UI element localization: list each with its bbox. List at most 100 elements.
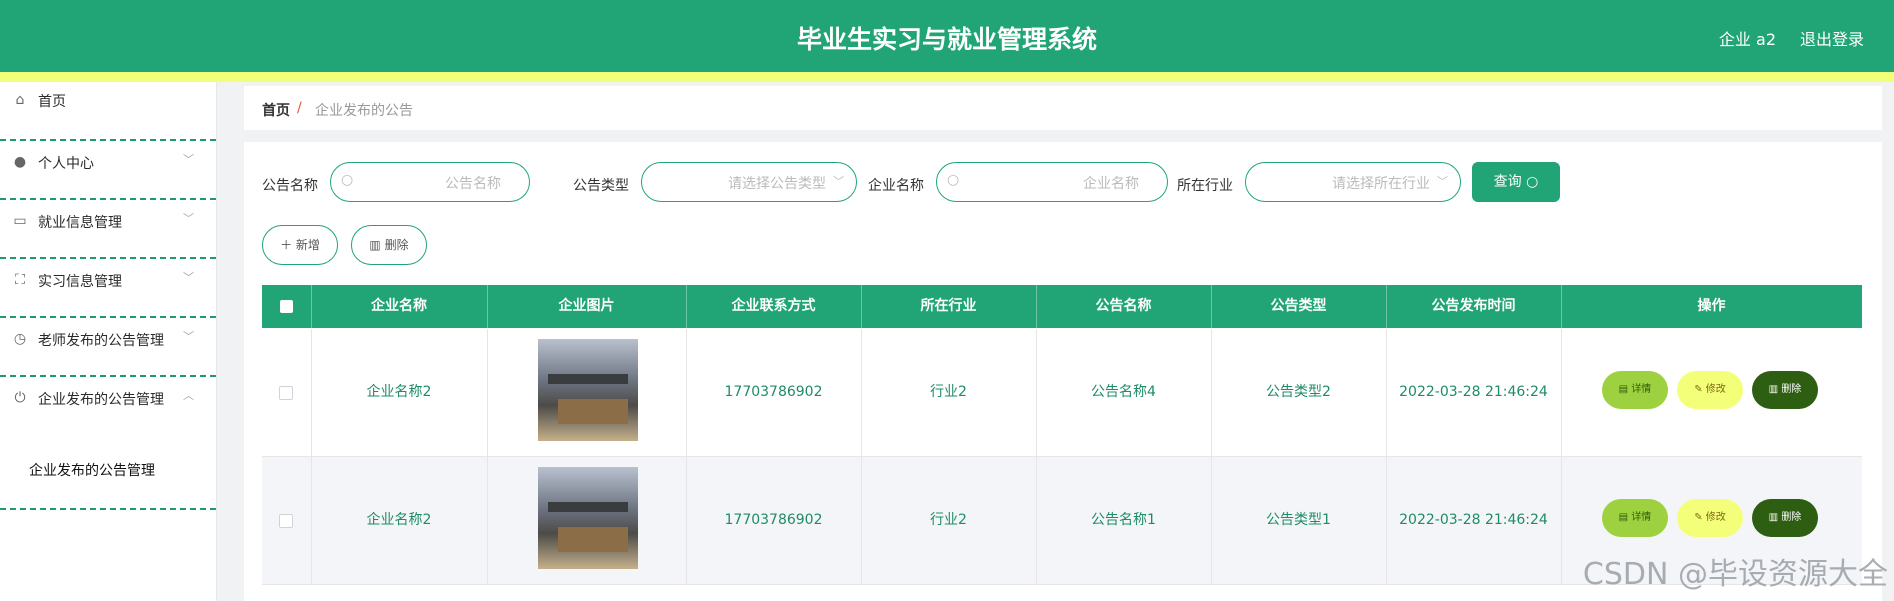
breadcrumb-current: 企业发布的公告 (315, 103, 413, 119)
sidebar-item-employment[interactable]: ▭ 就业信息管理 ﹀ (0, 200, 216, 259)
table-row: 企业名称2 17703786902 行业2 公告名称4 公告类型2 2022-0… (262, 329, 1862, 457)
detail-button[interactable]: ▤ 详情 (1602, 499, 1668, 537)
home-icon: ⌂ (15, 92, 25, 108)
col-actions: 操作 (1697, 298, 1726, 314)
cell-actions: ▤ 详情 ✎ 修改 ▥ 删除 (1561, 329, 1862, 456)
detail-button[interactable]: ▤ 详情 (1602, 371, 1668, 409)
top-header: 毕业生实习与就业管理系统 企业 a2 退出登录 (0, 0, 1894, 72)
cell-company: 企业名称2 (311, 457, 488, 584)
company-name-placeholder: 企业名称 (1083, 176, 1139, 192)
sidebar-item-label: 老师发布的公告管理 (38, 333, 164, 349)
breadcrumb: 首页 / 企业发布的公告 (244, 86, 1882, 130)
notice-type-select[interactable]: 请选择公告类型 ﹀ (641, 162, 857, 202)
row-delete-button-label: 删除 (1781, 512, 1802, 523)
sidebar-item-company-notices[interactable]: ⏻ 企业发布的公告管理 ︿ (0, 377, 216, 434)
doc-icon: ▤ (1618, 512, 1632, 523)
sidebar-item-personal-center[interactable]: ● 个人中心 ﹀ (0, 141, 216, 200)
notice-name-input[interactable]: ○ 公告名称 (330, 162, 530, 202)
user-icon: ● (13, 154, 27, 170)
sidebar-subitem-company-notices[interactable]: 企业发布的公告管理 (0, 434, 216, 510)
sidebar-item-label: 企业发布的公告管理 (38, 392, 164, 408)
chevron-down-icon: ﹀ (833, 175, 844, 188)
delete-button[interactable]: ▥ 删除 (351, 225, 427, 265)
pencil-icon: ✎ (1694, 512, 1706, 523)
detail-button-label: 详情 (1631, 384, 1652, 395)
trash-icon: ▥ (1768, 384, 1782, 395)
row-delete-button[interactable]: ▥ 删除 (1752, 371, 1818, 409)
cell-type: 公告类型2 (1211, 329, 1387, 456)
sidebar-item-label: 实习信息管理 (38, 274, 122, 290)
row-checkbox[interactable] (279, 386, 293, 400)
company-name-input[interactable]: ○ 企业名称 (936, 162, 1168, 202)
chat-icon: ▭ (13, 213, 27, 229)
header-accent-strip (0, 72, 1894, 82)
search-icon: ○ (1526, 174, 1539, 190)
trash-icon: ▥ (1768, 512, 1782, 523)
logout-link[interactable]: 退出登录 (1800, 26, 1864, 50)
add-button[interactable]: ＋ 新增 (262, 225, 338, 265)
notice-name-placeholder: 公告名称 (445, 176, 501, 192)
table-header: 企业名称 企业图片 企业联系方式 所在行业 公告名称 公告类型 公告发布时间 操… (262, 285, 1862, 328)
col-industry: 所在行业 (861, 285, 1037, 328)
chevron-down-icon: ﹀ (183, 212, 194, 225)
cell-type: 公告类型1 (1211, 457, 1387, 584)
search-icon: ○ (947, 172, 960, 188)
cell-notice: 公告名称4 (1036, 329, 1212, 456)
edit-button-label: 修改 (1705, 384, 1726, 395)
detail-button-label: 详情 (1631, 512, 1652, 523)
sidebar-item-internship[interactable]: ⛶ 实习信息管理 ﹀ (0, 259, 216, 318)
select-all-checkbox[interactable] (280, 300, 293, 313)
doc-icon: ▤ (1618, 384, 1632, 395)
chevron-down-icon: ﹀ (183, 271, 194, 284)
row-checkbox-cell (262, 329, 312, 456)
power-icon: ⏻ (14, 390, 26, 406)
col-notice-type: 公告类型 (1211, 285, 1387, 328)
edit-button-label: 修改 (1705, 512, 1726, 523)
industry-placeholder: 请选择所在行业 (1332, 176, 1430, 192)
company-image[interactable] (538, 467, 638, 569)
cell-image (487, 329, 687, 456)
row-delete-button-label: 删除 (1781, 384, 1802, 395)
company-image[interactable] (538, 339, 638, 441)
cell-phone: 17703786902 (686, 329, 862, 456)
cell-time: 2022-03-28 21:46:24 (1386, 457, 1562, 584)
sidebar-item-home[interactable]: ⌂ 首页 (0, 82, 216, 141)
search-icon: ○ (341, 172, 354, 188)
row-delete-button[interactable]: ▥ 删除 (1752, 499, 1818, 537)
col-contact: 企业联系方式 (686, 285, 862, 328)
sidebar: ⌂ 首页 ● 个人中心 ﹀ ▭ 就业信息管理 ﹀ ⛶ 实习信息管理 ﹀ ◷ 老师… (0, 82, 217, 601)
col-company-name: 企业名称 (311, 285, 488, 328)
pencil-icon: ✎ (1694, 384, 1706, 395)
plus-icon: ＋ (280, 238, 296, 252)
chevron-up-icon: ︿ (183, 389, 194, 402)
edit-button[interactable]: ✎ 修改 (1677, 499, 1743, 537)
cell-company: 企业名称2 (311, 329, 488, 456)
query-button-label: 查询 (1493, 174, 1522, 190)
edit-button[interactable]: ✎ 修改 (1677, 371, 1743, 409)
sidebar-item-label: 就业信息管理 (38, 215, 122, 231)
main-panel: 公告名称 ○ 公告名称 公告类型 请选择公告类型 ﹀ 企业名称 ○ 企业名称 所… (244, 142, 1882, 601)
breadcrumb-home[interactable]: 首页 (262, 100, 290, 120)
cell-industry: 行业2 (861, 329, 1037, 456)
cell-notice: 公告名称1 (1036, 457, 1212, 584)
sidebar-item-teacher-notices[interactable]: ◷ 老师发布的公告管理 ﹀ (0, 318, 216, 377)
chevron-down-icon: ﹀ (183, 330, 194, 343)
sidebar-item-label: 首页 (38, 94, 66, 110)
breadcrumb-separator: / (297, 100, 302, 116)
row-checkbox[interactable] (279, 514, 293, 528)
cell-time: 2022-03-28 21:46:24 (1386, 329, 1562, 456)
app-title: 毕业生实习与就业管理系统 (796, 25, 1097, 54)
cell-industry: 行业2 (861, 457, 1037, 584)
industry-select[interactable]: 请选择所在行业 ﹀ (1245, 162, 1461, 202)
watermark-text: CSDN @毕设资源大全 (1582, 557, 1888, 592)
sidebar-item-label: 个人中心 (38, 156, 94, 172)
query-button[interactable]: 查询 ○ (1472, 162, 1560, 202)
cell-image (487, 457, 687, 584)
col-company-image: 企业图片 (487, 285, 687, 328)
add-button-label: 新增 (295, 238, 320, 252)
chevron-down-icon: ﹀ (183, 153, 194, 166)
header-checkbox-cell (262, 285, 312, 328)
industry-label: 所在行业 (1177, 178, 1233, 194)
trash-icon: ▥ (369, 238, 385, 252)
current-user-label: 企业 a2 (1718, 30, 1776, 49)
